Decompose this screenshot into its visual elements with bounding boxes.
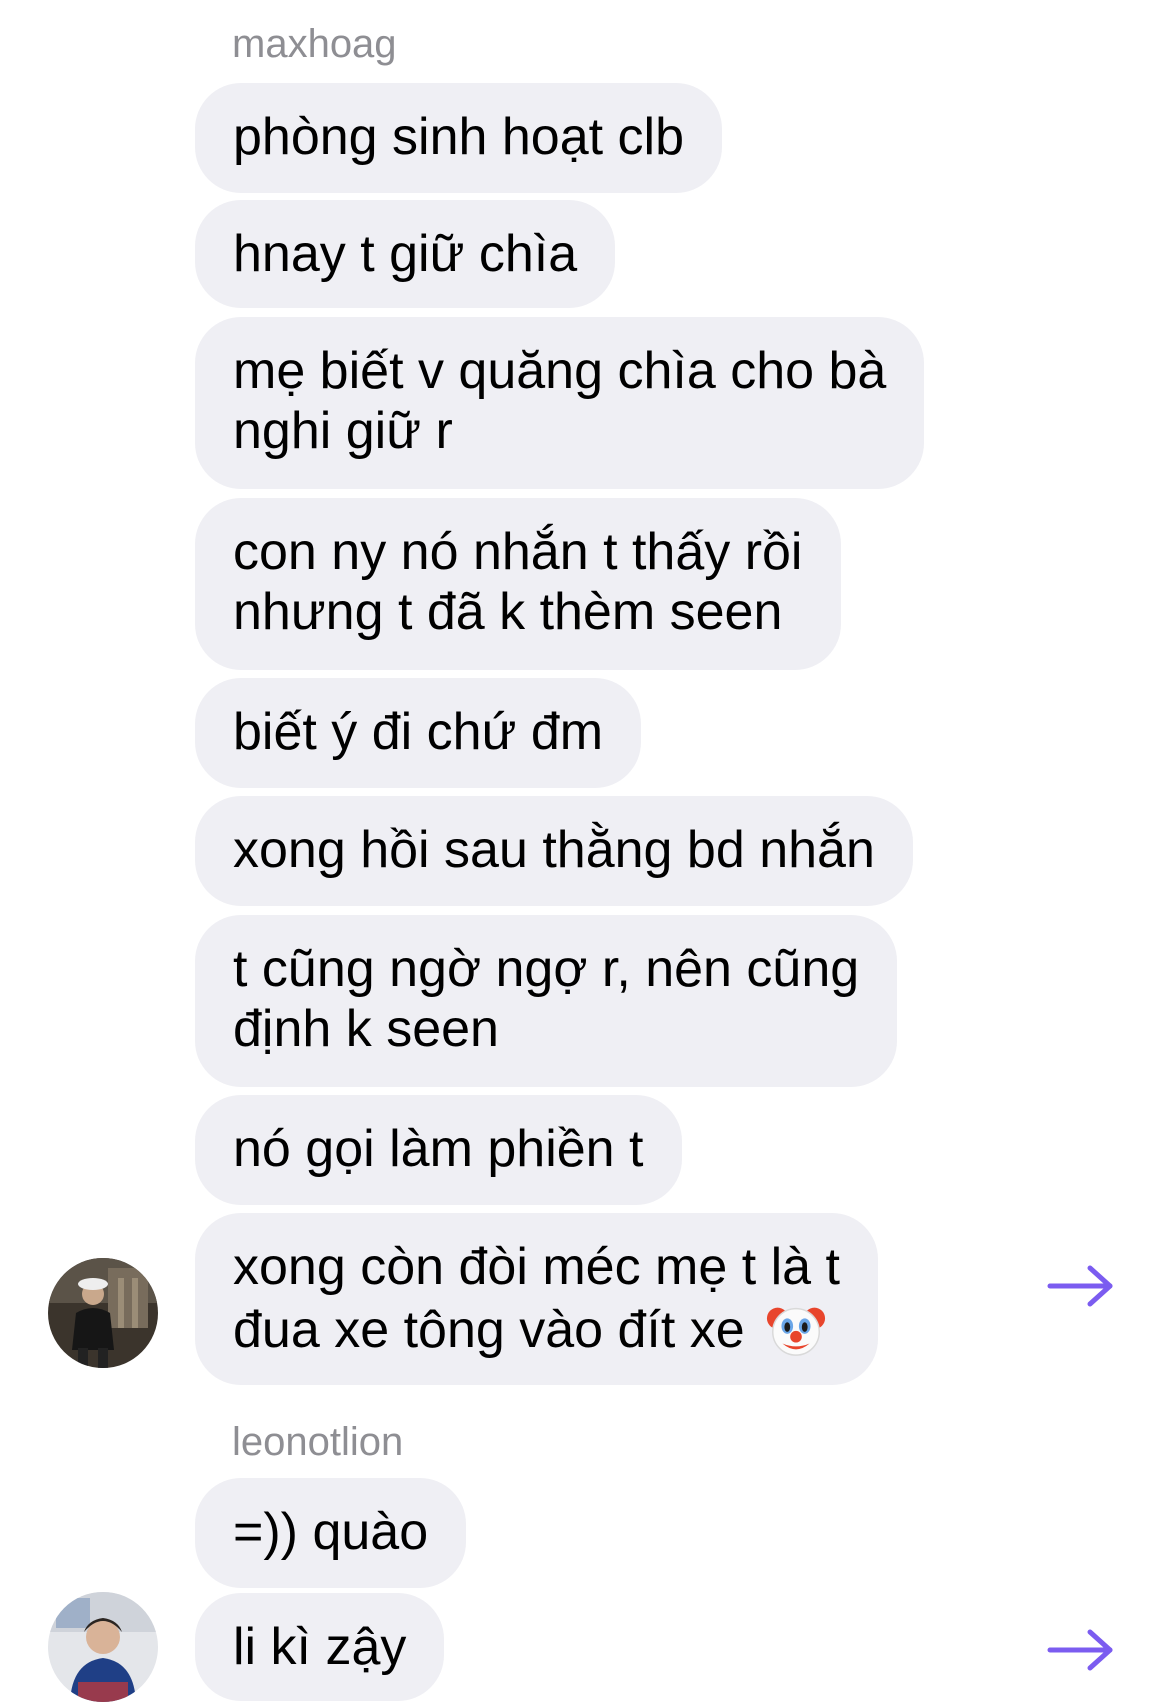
message-bubble[interactable]: xong còn đòi méc mẹ t là t đua xe tông v…: [195, 1213, 878, 1385]
user-avatar-photo-icon: [48, 1592, 158, 1702]
message-text: định k seen: [233, 1000, 499, 1058]
message-text: xong hồi sau thằng bd nhắn: [233, 821, 875, 879]
share-arrow-icon[interactable]: [1046, 1626, 1116, 1674]
message-text: li kì zậy: [233, 1618, 407, 1676]
message-text: con ny nó nhắn t thấy rồi: [233, 523, 803, 581]
share-arrow-icon[interactable]: [1046, 1262, 1116, 1310]
message-text: nhưng t đã k thèm seen: [233, 583, 783, 641]
user-avatar-photo-icon: [48, 1258, 158, 1368]
message-text: hnay t giữ chìa: [233, 225, 578, 283]
message-text: mẹ biết v quăng chìa cho bà: [233, 342, 887, 400]
message-bubble[interactable]: mẹ biết v quăng chìa cho bà nghi giữ r: [195, 317, 925, 489]
message-line: đua xe tông vào đít xe: [233, 1297, 840, 1360]
message-text: xong còn đòi méc mẹ t là t: [233, 1238, 840, 1296]
avatar-maxhoag[interactable]: [48, 1258, 158, 1368]
message-text: =)) quào: [233, 1503, 429, 1561]
sender-name-maxhoag: maxhoag: [232, 22, 397, 66]
sender-name-leonotlion: leonotlion: [232, 1420, 404, 1464]
message-bubble[interactable]: =)) quào: [195, 1478, 467, 1588]
message-bubble[interactable]: phòng sinh hoạt clb: [195, 83, 723, 193]
message-bubble[interactable]: biết ý đi chứ đm: [195, 678, 642, 788]
message-bubble[interactable]: hnay t giữ chìa: [195, 200, 616, 308]
message-text: nghi giữ r: [233, 402, 453, 460]
message-text: t cũng ngờ ngợ r, nên cũng: [233, 940, 860, 998]
message-bubble[interactable]: nó gọi làm phiền t: [195, 1095, 682, 1205]
message-bubble[interactable]: t cũng ngờ ngợ r, nên cũng định k seen: [195, 915, 898, 1087]
message-text: phòng sinh hoạt clb: [233, 108, 685, 166]
message-bubble[interactable]: con ny nó nhắn t thấy rồi nhưng t đã k t…: [195, 498, 841, 670]
message-text: nó gọi làm phiền t: [233, 1120, 644, 1178]
clown-face-icon: [767, 1307, 826, 1356]
message-bubble[interactable]: li kì zậy: [195, 1593, 445, 1701]
avatar-leonotlion[interactable]: [48, 1592, 158, 1702]
message-bubble[interactable]: xong hồi sau thằng bd nhắn: [195, 796, 913, 906]
message-text: đua xe tông vào đít xe: [233, 1301, 745, 1359]
message-text: biết ý đi chứ đm: [233, 703, 604, 761]
